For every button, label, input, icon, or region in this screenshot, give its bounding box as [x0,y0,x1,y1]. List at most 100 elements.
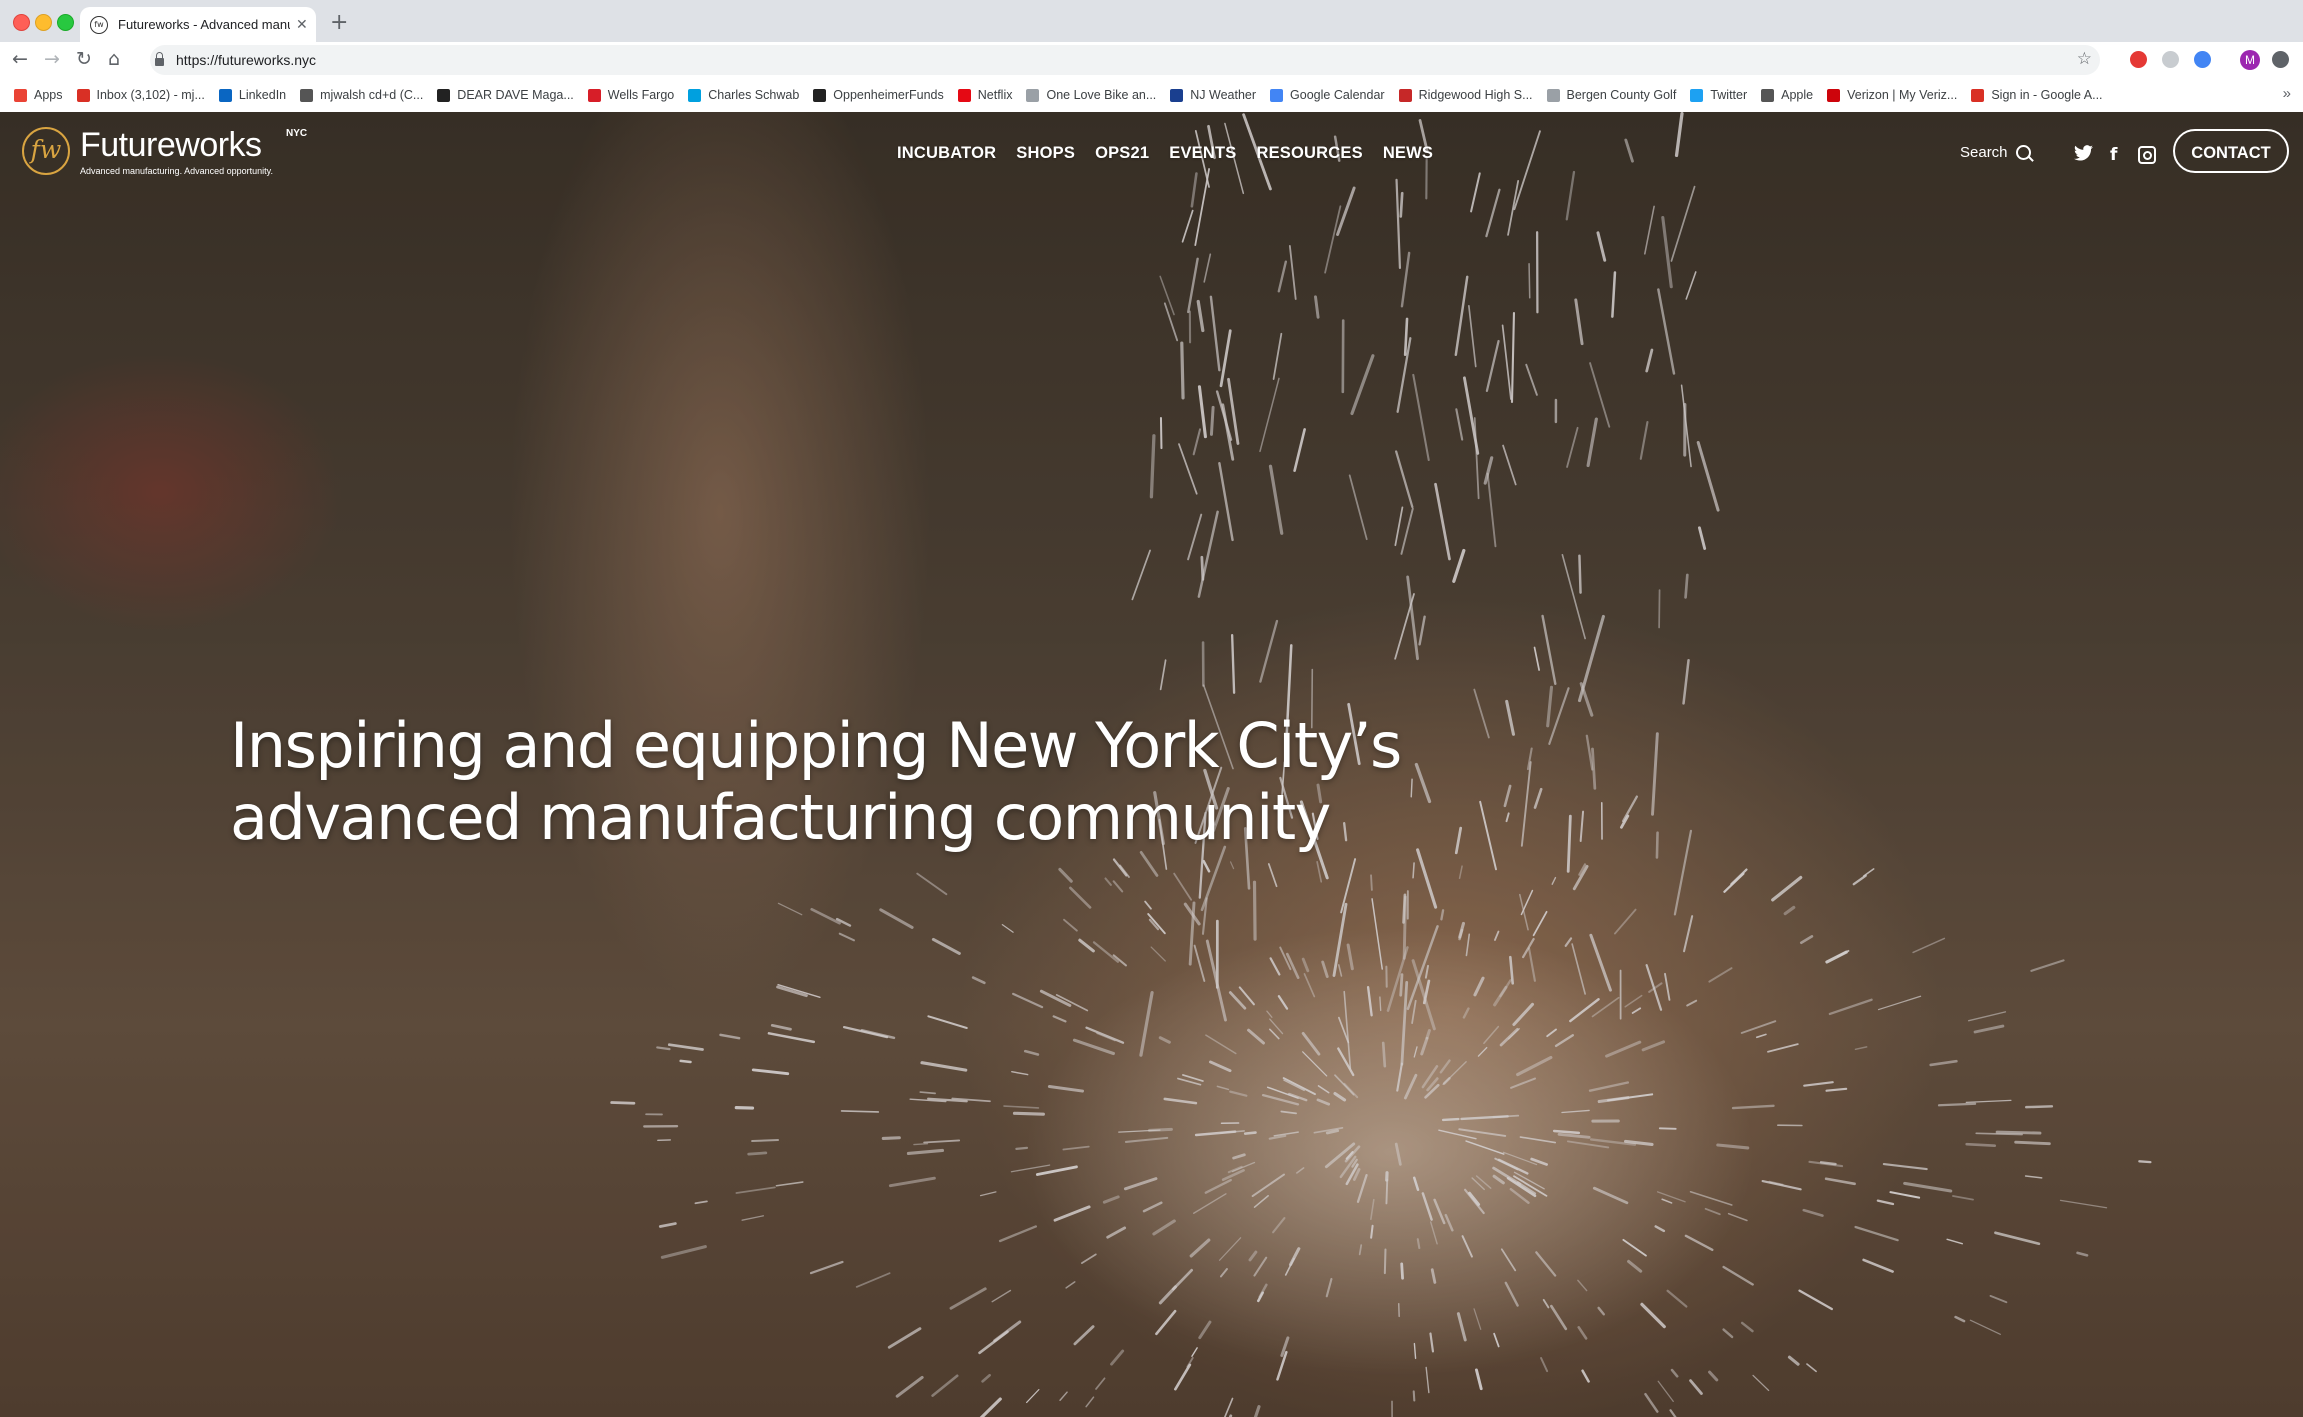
bookmark-star-icon[interactable]: ☆ [2077,49,2092,69]
bookmark-label: One Love Bike an... [1046,88,1157,102]
bookmark-item[interactable]: LinkedIn [218,88,286,102]
nav-shops[interactable]: SHOPS [1016,144,1075,163]
search-icon [2015,145,2031,160]
chat-extension-icon[interactable] [2194,51,2211,68]
logo-wordmark: Futureworks [80,126,262,164]
back-arrow-icon[interactable]: ← [12,48,28,70]
bookmark-item[interactable]: Netflix [957,88,1013,102]
futureworks-favicon-icon: fw [90,15,108,34]
forward-arrow-icon[interactable]: → [44,48,60,70]
logo-nyc: NYC [286,128,308,139]
profile-avatar[interactable]: M [2240,50,2260,70]
main-nav: INCUBATOR SHOPS OPS21 EVENTS RESOURCES N… [897,144,1453,163]
verizon-icon [1827,88,1841,102]
cdd-icon [300,88,314,102]
netflix-icon [957,88,971,102]
apple-icon [1761,88,1775,102]
dropbox-extension-icon[interactable] [2162,51,2179,68]
browser-tab-active[interactable]: fw Futureworks - Advanced manu ✕ [80,7,316,42]
bookmark-label: Sign in - Google A... [1991,88,2103,102]
url-text[interactable]: https://futureworks.nyc [176,52,316,68]
bookmark-item[interactable]: DEAR DAVE Maga... [437,88,574,102]
bookmark-label: Apple [1781,88,1814,102]
contact-button[interactable]: CONTACT [2173,129,2289,173]
nav-ops21[interactable]: OPS21 [1095,144,1149,163]
instagram-icon[interactable] [2138,146,2156,164]
opera-extension-icon[interactable] [2130,51,2147,68]
nav-news[interactable]: NEWS [1383,144,1433,163]
close-icon[interactable]: ✕ [296,17,308,33]
oppenheimer-icon [813,88,827,102]
search-toggle[interactable]: Search [1960,144,2031,161]
bookmark-label: Twitter [1710,88,1748,102]
bookmark-label: Bergen County Golf [1566,88,1677,102]
wells-fargo-icon [587,88,601,102]
bookmark-item[interactable]: Google Calendar [1270,88,1385,102]
bookmark-item[interactable]: Twitter [1690,88,1747,102]
apps-grid-icon [14,88,27,102]
close-window-button[interactable] [13,14,30,31]
bookmark-label: Netflix [977,88,1013,102]
weather-icon [1170,88,1184,102]
bookmark-item[interactable]: Sign in - Google A... [1971,88,2103,102]
page-icon [1026,88,1040,102]
bookmark-item[interactable]: Wells Fargo [587,88,675,102]
search-label: Search [1960,144,2008,161]
bookmark-item[interactable]: Bergen County Golf [1546,88,1677,102]
bookmark-label: DEAR DAVE Maga... [457,88,574,102]
hero-headline: Inspiring and equipping New York City’s … [230,710,1480,854]
bookmark-item[interactable]: Ridgewood High S... [1398,88,1533,102]
bookmark-item[interactable]: Apple [1761,88,1813,102]
nav-incubator[interactable]: INCUBATOR [897,144,996,163]
gmail-icon [1971,88,1985,102]
extensions-menu-icon[interactable] [2272,51,2289,68]
hero-headline-line2: advanced manufacturing community [230,781,1331,854]
bookmark-item[interactable]: Charles Schwab [688,88,799,102]
address-bar[interactable]: https://futureworks.nyc ☆ [150,45,2100,75]
bookmark-item[interactable]: mjwalsh cd+d (C... [300,88,423,102]
new-tab-plus-icon[interactable]: + [330,10,348,35]
logo-text: Futureworks NYC Advanced manufacturing. … [80,126,307,176]
reload-icon[interactable]: ↻ [76,48,92,70]
twitter-icon [1690,88,1704,102]
bookmark-label: mjwalsh cd+d (C... [320,88,424,102]
minimize-window-button[interactable] [35,14,52,31]
schwab-icon [688,88,702,102]
bookmark-label: Apps [34,88,63,102]
hero-section: fw Futureworks NYC Advanced manufacturin… [0,112,2303,1417]
bookmarks-overflow-chevron-icon[interactable]: » [2283,85,2291,102]
facebook-icon[interactable]: f [2110,145,2117,165]
bookmark-label: Inbox (3,102) - mj... [96,88,205,102]
bookmark-label: Google Calendar [1290,88,1385,102]
gmail-icon [76,88,90,102]
bookmark-item[interactable]: Apps [14,88,63,102]
bookmark-item[interactable]: Verizon | My Veriz... [1827,88,1957,102]
lock-icon [155,52,164,66]
bookmark-label: Ridgewood High S... [1418,88,1533,102]
bookmark-item[interactable]: OppenheimerFunds [813,88,944,102]
home-icon[interactable]: ⌂ [108,48,120,70]
nav-events[interactable]: EVENTS [1169,144,1236,163]
nav-resources[interactable]: RESOURCES [1256,144,1362,163]
ridgewood-icon [1398,88,1412,102]
hero-headline-line1: Inspiring and equipping New York City’s [230,709,1402,782]
linkedin-icon [218,88,232,102]
site-header: fw Futureworks NYC Advanced manufacturin… [0,112,2303,222]
bookmark-item[interactable]: One Love Bike an... [1026,88,1156,102]
twitter-icon[interactable] [2074,145,2093,166]
bookmark-label: Wells Fargo [607,88,675,102]
fw-logo-mark-icon: fw [22,127,70,175]
maximize-window-button[interactable] [57,14,74,31]
page-icon [1546,88,1560,102]
bookmark-item[interactable]: NJ Weather [1170,88,1256,102]
bookmark-label: NJ Weather [1190,88,1257,102]
calendar-icon [1270,88,1284,102]
browser-tabstrip: fw Futureworks - Advanced manu ✕ + [0,0,2303,42]
browser-toolbar: ← → ↻ ⌂ https://futureworks.nyc ☆ M [0,42,2303,78]
bookmark-label: Verizon | My Veriz... [1847,88,1958,102]
bookmarks-bar: Apps Inbox (3,102) - mj... LinkedIn mjwalsh… [0,78,2303,113]
bookmark-label: OppenheimerFunds [833,88,944,102]
bookmark-item[interactable]: Inbox (3,102) - mj... [76,88,205,102]
logo-tagline: Advanced manufacturing. Advanced opportu… [80,166,273,176]
futureworks-logo[interactable]: fw Futureworks NYC Advanced manufacturin… [22,126,307,176]
